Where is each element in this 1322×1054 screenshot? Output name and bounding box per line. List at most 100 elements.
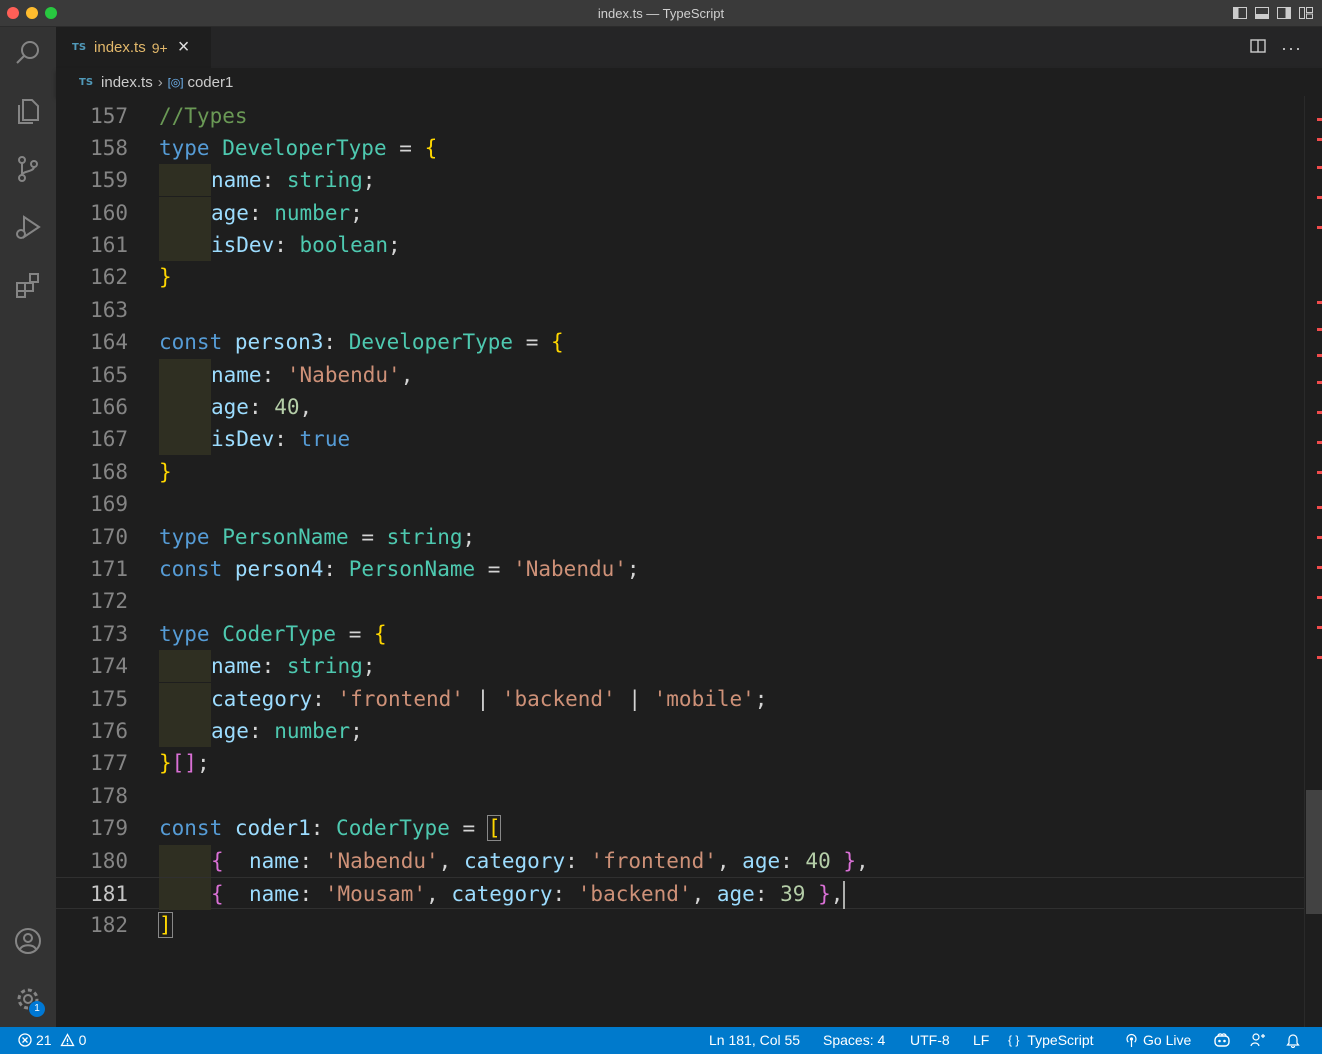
- code-line: 159 name: string;: [56, 164, 1304, 196]
- code-line: 160 age: number;: [56, 197, 1304, 229]
- code-text: name: string;: [159, 650, 375, 682]
- code-text: const person3: DeveloperType = {: [159, 330, 564, 354]
- error-count: 21: [36, 1032, 52, 1048]
- scrollbar-thumb[interactable]: [1306, 790, 1322, 914]
- code-line: 182]: [56, 909, 1304, 941]
- line-number: 166: [90, 395, 128, 419]
- code-line: 168}: [56, 456, 1304, 488]
- source-control-icon[interactable]: [10, 151, 46, 187]
- line-number: 178: [90, 784, 128, 808]
- customize-layout-icon[interactable]: [1298, 5, 1314, 21]
- line-number: 181: [90, 882, 128, 906]
- code-line: 180 { name: 'Nabendu', category: 'fronten…: [56, 845, 1304, 877]
- code-text: { name: 'Nabendu', category: 'frontend',…: [159, 845, 869, 877]
- code-text: name: string;: [159, 164, 375, 196]
- code-line: 176 age: number;: [56, 715, 1304, 747]
- code-text: }[];: [159, 751, 210, 775]
- indentation-setting[interactable]: Spaces: 4: [823, 1032, 885, 1048]
- error-marker: [1317, 328, 1322, 331]
- go-live-label: Go Live: [1143, 1032, 1192, 1048]
- line-number: 168: [90, 460, 128, 484]
- error-marker: [1317, 471, 1322, 474]
- explorer-icon[interactable]: [10, 93, 46, 129]
- code-text: isDev: boolean;: [159, 229, 401, 261]
- code-line: 163: [56, 294, 1304, 326]
- line-number: 179: [90, 816, 128, 840]
- breadcrumb-file[interactable]: index.ts: [101, 74, 153, 91]
- code-line: 174 name: string;: [56, 650, 1304, 682]
- error-marker: [1317, 381, 1322, 384]
- code-line: 172: [56, 585, 1304, 617]
- error-marker: [1317, 596, 1322, 599]
- window-title: index.ts — TypeScript: [597, 6, 725, 21]
- error-marker: [1317, 301, 1322, 304]
- language-mode[interactable]: { } TypeScript: [1008, 1032, 1094, 1048]
- line-number: 174: [90, 654, 128, 678]
- error-marker: [1317, 226, 1322, 229]
- problems-count: 9+: [151, 39, 168, 56]
- code-text: type DeveloperType = {: [159, 136, 438, 160]
- code-line: 166 age: 40,: [56, 391, 1304, 423]
- line-number: 175: [90, 687, 128, 711]
- search-icon[interactable]: [10, 35, 46, 71]
- error-marker: [1317, 196, 1322, 199]
- breadcrumb-symbol[interactable]: coder1: [187, 74, 233, 91]
- line-number: 182: [90, 913, 128, 937]
- code-editor[interactable]: 157 //Types 158 type DeveloperType = { 159…: [56, 96, 1304, 1027]
- code-line: 162}: [56, 261, 1304, 293]
- tab-index-ts[interactable]: TS index.ts 9+ ×: [56, 27, 211, 68]
- toggle-secondary-sidebar-icon[interactable]: [1276, 5, 1292, 21]
- code-text: }: [159, 460, 172, 484]
- code-line: 167 isDev: true: [56, 423, 1304, 455]
- error-marker: [1317, 118, 1322, 121]
- toggle-panel-icon[interactable]: [1254, 5, 1270, 21]
- feedback-icon[interactable]: [1250, 1032, 1266, 1048]
- notifications-bell-icon[interactable]: [1286, 1032, 1300, 1048]
- warning-icon: [59, 1033, 75, 1047]
- line-number: 162: [90, 265, 128, 289]
- code-text: { name: 'Mousam', category: 'backend', a…: [159, 878, 846, 910]
- code-line: 179 const coder1: CoderType = [: [56, 812, 1304, 844]
- toggle-primary-sidebar-icon[interactable]: [1232, 5, 1248, 21]
- code-line: 158 type DeveloperType = {: [56, 132, 1304, 164]
- error-marker: [1317, 626, 1322, 629]
- code-text: type PersonName = string;: [159, 525, 476, 549]
- error-marker: [1317, 536, 1322, 539]
- run-debug-icon[interactable]: [10, 209, 46, 245]
- more-actions-icon[interactable]: ···: [1281, 38, 1302, 59]
- chevron-right-icon: ›: [157, 73, 163, 91]
- error-marker: [1317, 506, 1322, 509]
- code-line: 173 type CoderType = {: [56, 618, 1304, 650]
- code-line: 175 category: 'frontend' | 'backend' | 'm…: [56, 683, 1304, 715]
- line-number: 172: [90, 589, 128, 613]
- error-marker: [1317, 411, 1322, 414]
- problems-status[interactable]: 21 0: [18, 1032, 86, 1048]
- line-number: 177: [90, 751, 128, 775]
- copilot-icon[interactable]: [1213, 1032, 1231, 1048]
- line-number: 157: [90, 104, 128, 128]
- cursor-position[interactable]: Ln 181, Col 55: [709, 1032, 800, 1048]
- editor-scrollbar[interactable]: [1304, 96, 1322, 1027]
- code-text: name: 'Nabendu',: [159, 359, 413, 391]
- code-text: }: [159, 265, 172, 289]
- go-live-button[interactable]: Go Live: [1124, 1032, 1191, 1048]
- warning-count: 0: [78, 1032, 87, 1048]
- error-marker: [1317, 566, 1322, 569]
- tab-label: index.ts: [94, 39, 146, 56]
- accounts-icon[interactable]: [10, 923, 46, 959]
- code-text: type CoderType = {: [159, 622, 387, 646]
- close-icon[interactable]: ×: [178, 36, 190, 59]
- extensions-icon[interactable]: [10, 267, 46, 303]
- code-line: 169: [56, 488, 1304, 520]
- activity-bar: 1: [0, 27, 56, 1027]
- eol-setting[interactable]: LF: [973, 1032, 989, 1048]
- line-number: 165: [90, 363, 128, 387]
- code-text: //Types: [159, 104, 248, 128]
- code-line-current: 181 { name: 'Mousam', category: 'backend'…: [56, 877, 1304, 910]
- error-marker: [1317, 656, 1322, 659]
- split-editor-icon[interactable]: [1249, 37, 1267, 60]
- language-label: TypeScript: [1027, 1032, 1094, 1048]
- line-number: 158: [90, 136, 128, 160]
- code-line: 178: [56, 780, 1304, 812]
- encoding-setting[interactable]: UTF-8: [910, 1032, 950, 1048]
